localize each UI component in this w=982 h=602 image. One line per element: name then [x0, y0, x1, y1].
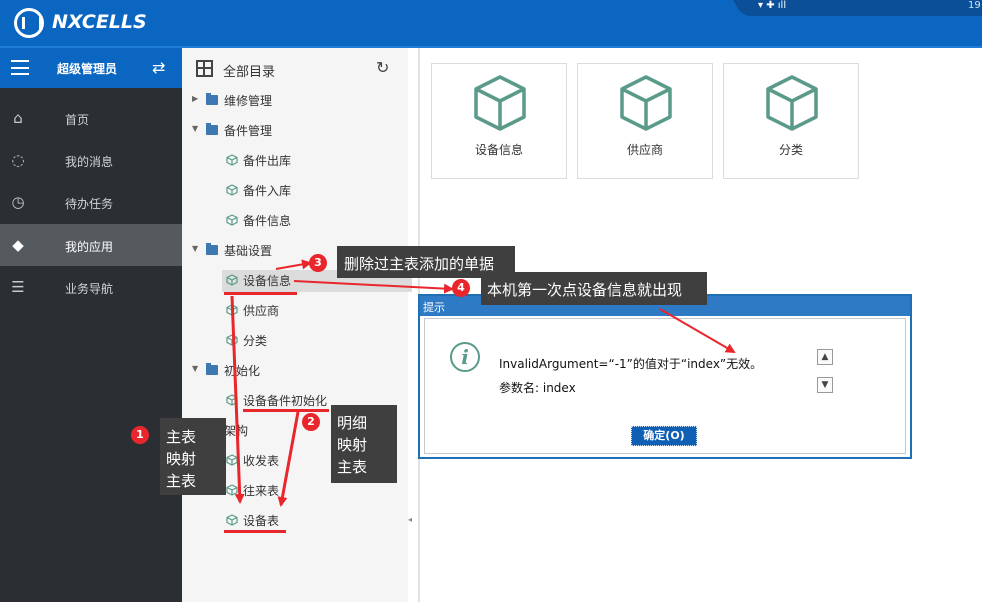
- message-icon: ◌: [11, 151, 25, 169]
- tree-node-label: 备件管理: [224, 124, 273, 138]
- tree-node-label: 维修管理: [224, 94, 273, 108]
- sidebar: 超级管理员 ⇄ ⌂ 首页 ◌ 我的消息 ◷ 待办任务 ◆ 我的应用 ☰ 业务导航: [0, 48, 182, 602]
- folder-icon: [206, 243, 218, 255]
- annotation-marker-1: 1: [131, 426, 149, 444]
- cube-icon: ◆: [12, 236, 24, 254]
- cube-icon: [226, 304, 238, 316]
- cube-icon: [226, 514, 238, 526]
- app-tile-equipment-info[interactable]: 设备信息: [431, 63, 567, 179]
- annotation-underline: [243, 409, 329, 412]
- sidebar-item-label: 业务导航: [65, 282, 114, 296]
- error-param: 参数名: index: [499, 381, 576, 395]
- tree-node-label: 初始化: [224, 364, 261, 378]
- cube-icon: [226, 184, 238, 196]
- cube-icon: [226, 394, 238, 406]
- cube-icon: [226, 334, 238, 346]
- refresh-icon[interactable]: ↻: [376, 58, 389, 77]
- annotation-underline: [224, 530, 286, 533]
- tile-label: 分类: [778, 143, 803, 157]
- error-message: InvalidArgument=“-1”的值对于“index”无效。: [499, 357, 763, 371]
- scroll-down-button[interactable]: ▼: [817, 377, 833, 393]
- cube-icon: [226, 274, 238, 286]
- sidebar-item-tasks[interactable]: ◷ 待办任务: [0, 181, 182, 223]
- sidebar-item-label: 我的应用: [65, 240, 114, 254]
- sidebar-item-messages[interactable]: ◌ 我的消息: [0, 139, 182, 181]
- brand-name: NXCELLS: [52, 11, 147, 33]
- sidebar-item-label: 待办任务: [65, 197, 114, 211]
- tree-node-label: 收发表: [243, 454, 280, 468]
- annotation-text: 主表: [337, 458, 368, 476]
- annotation-text: 主表: [166, 472, 197, 490]
- sidebar-header: 超级管理员 ⇄: [0, 48, 182, 88]
- tree-node-label: 供应商: [243, 304, 280, 318]
- app-tile-category[interactable]: 分类: [723, 63, 859, 179]
- current-user: 超级管理员: [57, 62, 118, 76]
- tile-label: 供应商: [626, 143, 663, 157]
- annotation-marker-2: 2: [302, 413, 320, 431]
- annotation-callout-1: 主表 映射 主表: [160, 418, 226, 495]
- tree-node-label: 备件入库: [243, 184, 292, 198]
- annotation-marker-4: 4: [452, 279, 470, 297]
- caret-right-icon[interactable]: ▶: [192, 94, 198, 103]
- cube-icon: [226, 484, 238, 496]
- annotation-callout-4: 本机第一次点设备信息就出现: [481, 272, 707, 305]
- scroll-up-button[interactable]: ▲: [817, 349, 833, 365]
- sidebar-item-my-apps[interactable]: ◆ 我的应用: [0, 224, 182, 266]
- cube-icon: [226, 454, 238, 466]
- top-right-text: 19: [968, 0, 981, 11]
- tree-title: 全部目录: [223, 65, 276, 80]
- annotation-underline: [224, 292, 297, 295]
- tree-node-label: 设备表: [243, 514, 280, 528]
- annotation-text: 主表: [166, 428, 197, 446]
- folder-icon: [206, 363, 218, 375]
- caret-down-icon[interactable]: ▼: [192, 124, 198, 133]
- switch-user-icon[interactable]: ⇄: [152, 58, 165, 77]
- sidebar-item-label: 首页: [65, 113, 90, 127]
- menu-toggle-icon[interactable]: [11, 60, 29, 75]
- collapse-panel-icon[interactable]: ◂: [408, 515, 412, 524]
- cube-icon: [620, 75, 672, 131]
- cube-icon: [766, 75, 818, 131]
- error-dialog: 提示 i InvalidArgument=“-1”的值对于“index”无效。 …: [418, 294, 912, 459]
- tile-label: 设备信息: [474, 143, 523, 157]
- folder-icon: [206, 123, 218, 135]
- info-icon: i: [450, 342, 480, 372]
- annotation-text: 映射: [166, 450, 197, 468]
- sidebar-item-home[interactable]: ⌂ 首页: [0, 97, 182, 139]
- dialog-body: i InvalidArgument=“-1”的值对于“index”无效。 参数名…: [424, 318, 906, 454]
- tree-node-label: 备件出库: [243, 154, 292, 168]
- sidebar-item-label: 我的消息: [65, 155, 114, 169]
- tree-node-label: 往来表: [243, 484, 280, 498]
- tree-node-label: 基础设置: [224, 244, 273, 258]
- annotation-text: 明细: [337, 414, 368, 432]
- tree-node-label: 备件信息: [243, 214, 292, 228]
- tree-node-label: 设备备件初始化: [243, 394, 328, 408]
- sidebar-item-navigation[interactable]: ☰ 业务导航: [0, 266, 182, 308]
- top-bar: NXCELLS ▾ ✚ ıll 19: [0, 0, 982, 46]
- cube-icon: [226, 154, 238, 166]
- brand-logo-icon: [14, 8, 44, 38]
- navigation-icon: ☰: [11, 278, 25, 296]
- tree-node-label: 分类: [243, 334, 268, 348]
- home-icon: ⌂: [13, 109, 23, 127]
- annotation-text: 映射: [337, 436, 368, 454]
- tree-node-label: 架构: [224, 424, 249, 438]
- cube-icon: [226, 214, 238, 226]
- app-tile-supplier[interactable]: 供应商: [577, 63, 713, 179]
- folder-icon: [206, 93, 218, 105]
- system-tray-icons[interactable]: ▾ ✚ ıll: [758, 0, 786, 11]
- timer-icon: ◷: [11, 193, 25, 211]
- caret-down-icon[interactable]: ▼: [192, 364, 198, 373]
- annotation-callout-2: 明细 映射 主表: [331, 405, 397, 483]
- ok-button[interactable]: 确定(O): [631, 426, 697, 446]
- caret-down-icon[interactable]: ▼: [192, 244, 198, 253]
- tree-node-label: 设备信息: [243, 274, 292, 288]
- grid-icon: [196, 60, 213, 77]
- cube-icon: [474, 75, 526, 131]
- annotation-marker-3: 3: [309, 254, 327, 272]
